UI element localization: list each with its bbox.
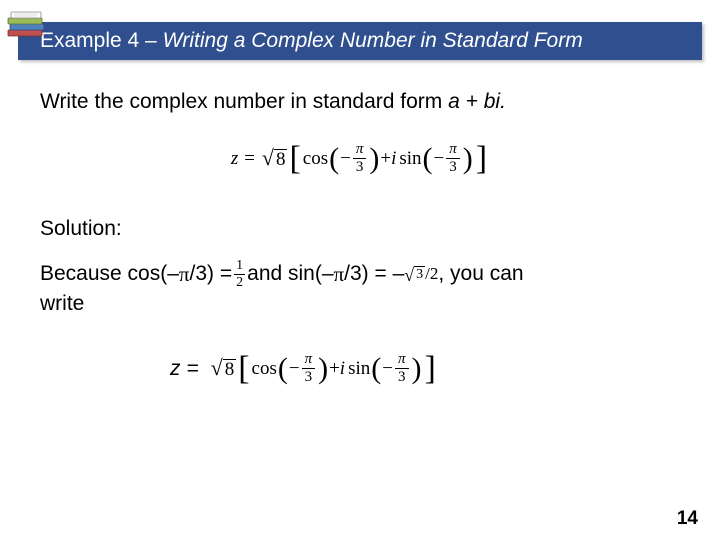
- books-icon: [6, 8, 52, 49]
- eq1-i: i: [391, 148, 396, 170]
- eq1-neg1: −: [340, 148, 351, 170]
- eq2-neg2: −: [382, 358, 393, 380]
- explain-t6: write: [40, 292, 84, 315]
- eq1-frac1: π 3: [353, 142, 367, 175]
- explain-pi2: π: [334, 260, 345, 288]
- title-text: Example 4 – Writing a Complex Number in …: [40, 29, 583, 53]
- explain-t3: and sin(–: [247, 260, 333, 288]
- title-separator: –: [139, 29, 162, 52]
- explain-t2: /3) =: [190, 260, 233, 288]
- page-number: 14: [677, 508, 698, 530]
- eq1-frac2: π 3: [446, 142, 460, 175]
- example-label: Example 4: [40, 29, 139, 52]
- solution-heading: Solution:: [40, 217, 680, 241]
- eq2-sin: sin: [348, 358, 370, 380]
- eq2-frac1: π 3: [302, 352, 316, 385]
- eq2-sqrt8: √8: [211, 358, 237, 380]
- explain-pi1: π: [179, 260, 190, 288]
- explain-rootdiv: /2: [425, 263, 438, 286]
- eq2-i: i: [340, 358, 345, 380]
- eq2-plus: +: [329, 358, 340, 380]
- prompt-text: Write the complex number in standard for…: [40, 90, 448, 113]
- eq2-zeq: z =: [170, 357, 199, 381]
- body-area: Write the complex number in standard for…: [40, 90, 680, 385]
- prompt-abi: a + bi.: [448, 90, 506, 113]
- example-desc: Writing a Complex Number in Standard For…: [163, 29, 583, 52]
- eq1-neg2: −: [434, 148, 445, 170]
- eq2-frac2: π 3: [395, 352, 409, 385]
- explain-t4: /3) = –: [344, 260, 404, 288]
- eq1-cos: cos: [303, 148, 328, 170]
- explain-t5: , you can: [438, 260, 523, 288]
- eq1-sin: sin: [399, 148, 421, 170]
- explain-t1: Because cos(–: [40, 260, 179, 288]
- eq2-cos: cos: [252, 358, 277, 380]
- eq1-z: z =: [231, 148, 256, 170]
- explain-line: Because cos(–π/3) = 1 2 and sin(–π/3) = …: [40, 259, 680, 318]
- equation-1: z = √8 [ cos ( − π 3 ) + i sin ( −: [40, 142, 680, 175]
- slide: Example 4 – Writing a Complex Number in …: [0, 0, 720, 540]
- eq1-plus: +: [380, 148, 391, 170]
- title-bar: Example 4 – Writing a Complex Number in …: [18, 22, 702, 60]
- equation-2: z = √8 [ cos ( − π 3 ) + i sin ( −: [40, 352, 680, 385]
- prompt-line: Write the complex number in standard for…: [40, 90, 680, 114]
- eq1-sqrt8: √8: [262, 148, 288, 170]
- explain-half: 1 2: [234, 259, 245, 290]
- eq2-neg1: −: [289, 358, 300, 380]
- explain-root3: √3: [404, 266, 425, 284]
